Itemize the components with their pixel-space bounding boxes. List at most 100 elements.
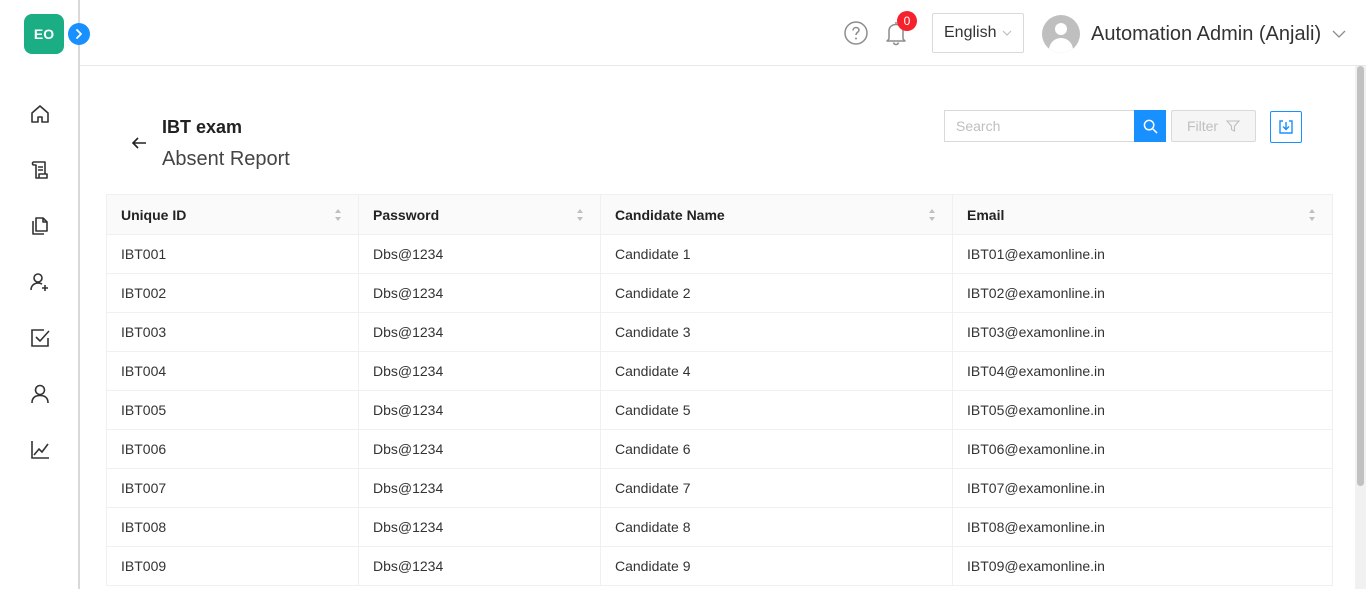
cell-password: Dbs@1234 xyxy=(358,312,601,352)
sort-icon[interactable] xyxy=(576,208,584,222)
sidebar-item-home[interactable] xyxy=(0,86,80,142)
cell-password: Dbs@1234 xyxy=(358,234,601,274)
user-icon xyxy=(31,384,49,404)
chevron-down-icon xyxy=(1332,30,1346,38)
sidebar-item-exams[interactable] xyxy=(0,142,80,198)
cell-candidate-name: Candidate 7 xyxy=(600,468,953,508)
column-label: Candidate Name xyxy=(615,206,725,223)
column-header-password[interactable]: Password xyxy=(358,194,601,235)
sidebar-item-users[interactable] xyxy=(0,366,80,422)
cell-password: Dbs@1234 xyxy=(358,390,601,430)
user-name: Automation Admin (Anjali) xyxy=(1091,22,1322,45)
sidebar-item-reports[interactable] xyxy=(0,422,80,478)
absent-report-table: Unique ID Password Candidate Name Email xyxy=(106,194,1333,586)
cell-candidate-name: Candidate 6 xyxy=(600,429,953,469)
back-arrow-icon[interactable] xyxy=(130,134,148,152)
documents-icon xyxy=(32,217,48,235)
scrollbar-thumb[interactable] xyxy=(1357,66,1364,486)
cell-candidate-name: Candidate 9 xyxy=(600,546,953,586)
notification-badge: 0 xyxy=(897,11,917,31)
cell-candidate-name: Candidate 1 xyxy=(600,234,953,274)
cell-candidate-name: Candidate 8 xyxy=(600,507,953,547)
chevron-down-icon xyxy=(1002,30,1012,36)
cell-password: Dbs@1234 xyxy=(358,546,601,586)
sort-icon[interactable] xyxy=(334,208,342,222)
cell-unique-id: IBT005 xyxy=(106,390,359,430)
filter-label: Filter xyxy=(1186,118,1219,134)
cell-password: Dbs@1234 xyxy=(358,429,601,469)
cell-candidate-name: Candidate 4 xyxy=(600,351,953,391)
filter-icon xyxy=(1226,120,1241,132)
cell-candidate-name: Candidate 5 xyxy=(600,390,953,430)
home-icon xyxy=(31,105,49,123)
cell-password: Dbs@1234 xyxy=(358,468,601,508)
language-select[interactable]: English xyxy=(932,13,1024,53)
cell-unique-id: IBT004 xyxy=(106,351,359,391)
cell-password: Dbs@1234 xyxy=(358,273,601,313)
column-label: Unique ID xyxy=(121,206,187,223)
sort-icon[interactable] xyxy=(928,208,936,222)
avatar xyxy=(1042,15,1080,53)
table-row: IBT007 Dbs@1234 Candidate 7 IBT07@examon… xyxy=(106,468,1333,508)
cell-unique-id: IBT001 xyxy=(106,234,359,274)
column-label: Password xyxy=(373,206,440,223)
cell-candidate-name: Candidate 3 xyxy=(600,312,953,352)
download-icon xyxy=(1279,120,1293,134)
logo-wrap: EO xyxy=(24,14,90,54)
top-header: 0 English Automation Admin (Anjali) xyxy=(80,0,1366,66)
cell-unique-id: IBT006 xyxy=(106,429,359,469)
table-row: IBT003 Dbs@1234 Candidate 3 IBT03@examon… xyxy=(106,312,1333,352)
cell-email: IBT03@examonline.in xyxy=(952,312,1333,352)
sidebar-nav xyxy=(0,86,80,478)
app-logo[interactable]: EO xyxy=(24,14,64,54)
table-row: IBT006 Dbs@1234 Candidate 6 IBT06@examon… xyxy=(106,429,1333,469)
table-row: IBT004 Dbs@1234 Candidate 4 IBT04@examon… xyxy=(106,351,1333,391)
checkbox-icon xyxy=(31,329,50,347)
column-label: Email xyxy=(967,206,1005,223)
main-content: IBT exam Absent Report Filter Unique ID … xyxy=(82,66,1354,589)
cell-unique-id: IBT002 xyxy=(106,273,359,313)
sidebar-item-tasks[interactable] xyxy=(0,310,80,366)
cell-email: IBT08@examonline.in xyxy=(952,507,1333,547)
download-button[interactable] xyxy=(1270,111,1302,143)
search-input[interactable] xyxy=(944,110,1134,142)
table-row: IBT009 Dbs@1234 Candidate 9 IBT09@examon… xyxy=(106,546,1333,586)
cell-email: IBT09@examonline.in xyxy=(952,546,1333,586)
column-header-unique-id[interactable]: Unique ID xyxy=(106,194,359,235)
cell-email: IBT05@examonline.in xyxy=(952,390,1333,430)
language-value: English xyxy=(944,24,997,41)
help-icon[interactable] xyxy=(844,21,868,45)
column-header-email[interactable]: Email xyxy=(952,194,1333,235)
cell-email: IBT07@examonline.in xyxy=(952,468,1333,508)
table-row: IBT002 Dbs@1234 Candidate 2 IBT02@examon… xyxy=(106,273,1333,313)
page-subtitle: Absent Report xyxy=(162,148,290,170)
search-button[interactable] xyxy=(1134,110,1166,142)
page-title: IBT exam xyxy=(162,117,243,137)
scroll-icon xyxy=(31,161,48,179)
table-row: IBT005 Dbs@1234 Candidate 5 IBT05@examon… xyxy=(106,390,1333,430)
user-add-icon xyxy=(30,273,48,291)
cell-email: IBT06@examonline.in xyxy=(952,429,1333,469)
cell-password: Dbs@1234 xyxy=(358,507,601,547)
cell-candidate-name: Candidate 2 xyxy=(600,273,953,313)
line-chart-icon xyxy=(31,441,49,459)
cell-unique-id: IBT009 xyxy=(106,546,359,586)
cell-email: IBT02@examonline.in xyxy=(952,273,1333,313)
sidebar: EO xyxy=(0,0,90,589)
cell-unique-id: IBT007 xyxy=(106,468,359,508)
cell-email: IBT01@examonline.in xyxy=(952,234,1333,274)
cell-unique-id: IBT003 xyxy=(106,312,359,352)
search-icon xyxy=(1143,119,1158,134)
cell-unique-id: IBT008 xyxy=(106,507,359,547)
sidebar-item-add-user[interactable] xyxy=(0,254,80,310)
table-row: IBT008 Dbs@1234 Candidate 8 IBT08@examon… xyxy=(106,507,1333,547)
table-header-row: Unique ID Password Candidate Name Email xyxy=(106,194,1333,235)
table-row: IBT001 Dbs@1234 Candidate 1 IBT01@examon… xyxy=(106,234,1333,274)
cell-password: Dbs@1234 xyxy=(358,351,601,391)
sort-icon[interactable] xyxy=(1308,208,1316,222)
filter-button[interactable]: Filter xyxy=(1171,110,1256,142)
cell-email: IBT04@examonline.in xyxy=(952,351,1333,391)
sidebar-item-documents[interactable] xyxy=(0,198,80,254)
column-header-candidate-name[interactable]: Candidate Name xyxy=(600,194,953,235)
user-menu[interactable]: Automation Admin (Anjali) xyxy=(1042,14,1347,54)
